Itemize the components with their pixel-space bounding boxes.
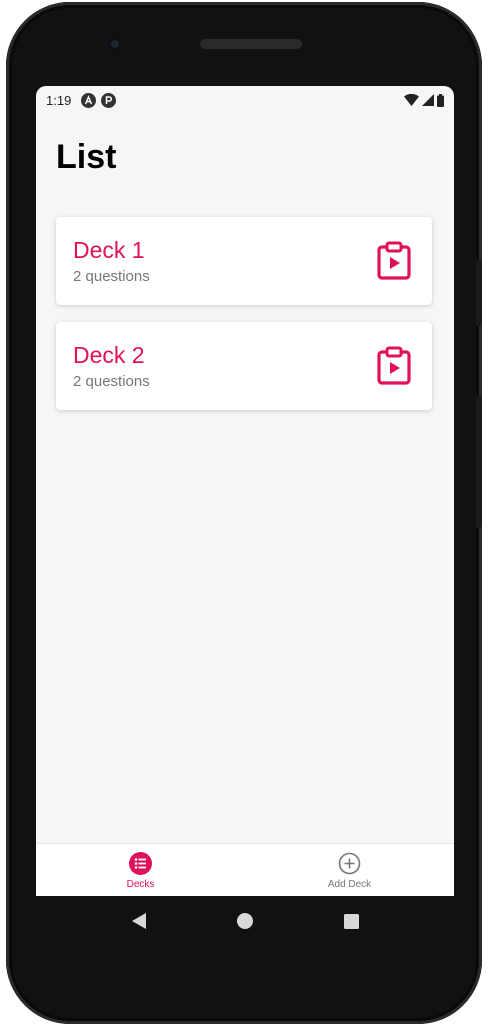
app-screen: 1:19 List Deck 1 2 questions Deck 2 2 qu… (36, 86, 454, 896)
deck-title: Deck 1 (73, 237, 145, 263)
bottom-tab-bar: Decks Add Deck (36, 843, 454, 896)
battery-icon (437, 93, 444, 107)
volume-button (476, 396, 482, 528)
wifi-icon (404, 94, 419, 106)
status-time: 1:19 (46, 92, 72, 108)
tab-add-deck[interactable]: Add Deck (245, 844, 454, 896)
status-icons (404, 93, 444, 107)
tab-label: Add Deck (327, 879, 372, 890)
page-title: List (56, 138, 117, 176)
deck-list: Deck 1 2 questions Deck 2 2 questions (56, 217, 432, 427)
notification-p-icon (101, 92, 117, 108)
earpiece-speaker (200, 39, 302, 49)
deck-title: Deck 2 (73, 342, 145, 368)
list-icon (129, 852, 152, 875)
deck-card[interactable]: Deck 2 2 questions (56, 322, 432, 410)
back-triangle-icon[interactable] (131, 912, 147, 930)
clipboard-play-icon[interactable] (376, 346, 412, 386)
status-bar: 1:19 (36, 86, 454, 114)
notification-a-icon (81, 92, 97, 108)
signal-icon (422, 94, 434, 106)
power-button (476, 260, 482, 326)
tab-decks[interactable]: Decks (36, 844, 245, 896)
front-camera (108, 37, 122, 51)
system-nav-bar (36, 896, 454, 946)
add-circle-icon (338, 852, 361, 875)
clipboard-play-icon[interactable] (376, 241, 412, 281)
deck-question-count: 2 questions (73, 268, 150, 285)
recents-square-icon[interactable] (343, 913, 359, 929)
deck-question-count: 2 questions (73, 373, 150, 390)
deck-card[interactable]: Deck 1 2 questions (56, 217, 432, 305)
tab-label: Decks (126, 879, 155, 890)
home-circle-icon[interactable] (237, 913, 254, 929)
